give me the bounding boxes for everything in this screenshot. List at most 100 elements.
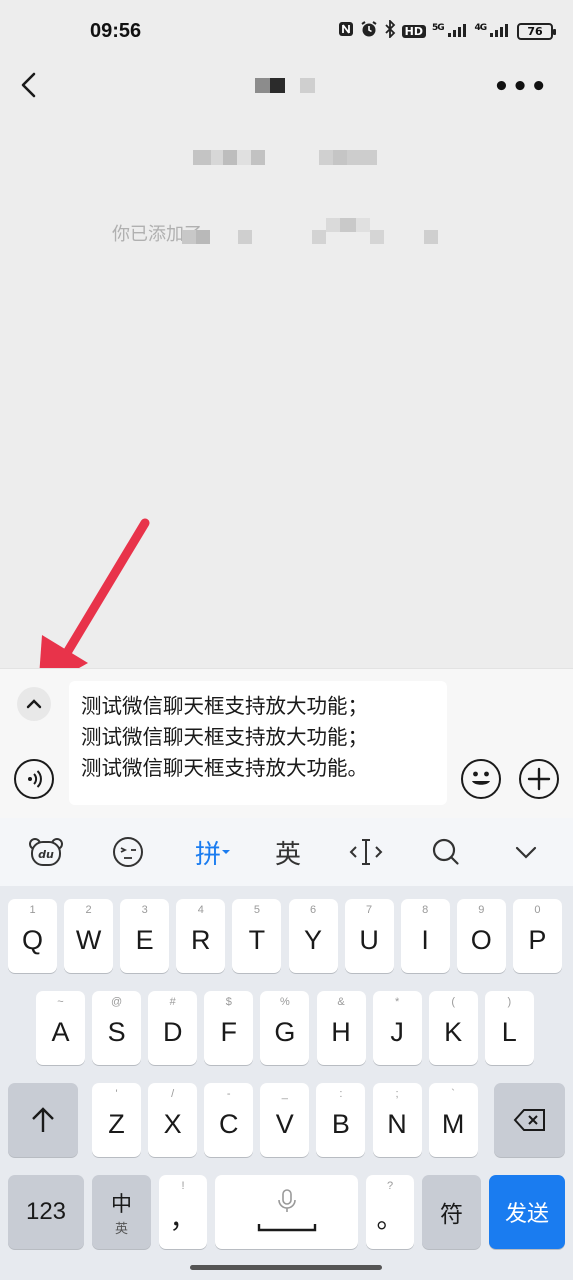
key-hint: *: [394, 996, 400, 1008]
key-s[interactable]: @ S: [92, 991, 142, 1065]
key-l[interactable]: ) L: [484, 991, 534, 1065]
key-p[interactable]: 0P: [512, 899, 562, 973]
key-hint: ): [507, 996, 512, 1008]
arrow-up-icon: [32, 1107, 54, 1132]
keyboard-toolbar: du 拼 英: [0, 818, 573, 886]
key-c[interactable]: -C: [204, 1083, 254, 1157]
key-m[interactable]: ` M: [428, 1083, 478, 1157]
key-n[interactable]: ; N: [372, 1083, 422, 1157]
collapse-keyboard-button[interactable]: [506, 834, 546, 870]
expand-input-button[interactable]: [17, 687, 51, 721]
key-label: B: [331, 1108, 350, 1139]
key-label: I: [421, 924, 429, 955]
key-z[interactable]: ' Z: [92, 1083, 141, 1157]
key-o[interactable]: 9O: [456, 899, 506, 973]
key-label: Y: [303, 924, 322, 955]
key-i[interactable]: 8I: [400, 899, 450, 973]
key-hint: `: [451, 1088, 455, 1100]
key-hint: &: [337, 996, 345, 1008]
cursor-move-button[interactable]: [346, 834, 386, 870]
key-r[interactable]: 4R: [176, 899, 226, 973]
message-composer: 测试微信聊天框支持放大功能； 测试微信聊天框支持放大功能； 测试微信聊天框支持放…: [0, 668, 573, 818]
key-a[interactable]: ~ A: [36, 991, 85, 1065]
message-input[interactable]: 测试微信聊天框支持放大功能； 测试微信聊天框支持放大功能； 测试微信聊天框支持放…: [69, 681, 447, 805]
alarm-icon: [360, 20, 378, 42]
hd-icon: HD: [401, 24, 426, 38]
key-hint: 0: [534, 904, 541, 916]
face-icon: [113, 837, 143, 867]
delete-key[interactable]: [494, 1083, 565, 1157]
message-input-line: 测试微信聊天框支持放大功能；: [81, 694, 368, 718]
system-message-redacted: [182, 218, 438, 244]
emoji-button[interactable]: [461, 759, 501, 799]
key-t[interactable]: 5T: [232, 899, 282, 973]
key-hint: 2: [85, 904, 92, 916]
key-hint: _: [281, 1088, 288, 1100]
key-g[interactable]: % G: [260, 991, 310, 1065]
key-v[interactable]: _ V: [260, 1083, 310, 1157]
key-label: L: [501, 1016, 517, 1047]
key-hint: %: [280, 996, 290, 1008]
english-mode-button[interactable]: 英: [268, 834, 308, 870]
key-q[interactable]: 1Q: [8, 899, 57, 973]
search-button[interactable]: [426, 834, 466, 870]
ime-logo-button[interactable]: du: [26, 834, 66, 870]
emoticon-button[interactable]: [108, 834, 148, 870]
battery-icon: 76: [517, 22, 556, 40]
space-key[interactable]: [215, 1175, 358, 1249]
key-hint: /: [171, 1088, 175, 1100]
key-d[interactable]: # D: [148, 991, 198, 1065]
key-label: W: [75, 924, 102, 955]
key-hint: 1: [29, 904, 36, 916]
pinyin-label: 拼: [194, 839, 221, 870]
pinyin-mode-button[interactable]: 拼: [190, 834, 236, 870]
home-indicator[interactable]: [190, 1265, 382, 1270]
system-message: 你已添加了: [112, 218, 472, 246]
key-k[interactable]: (K: [428, 991, 478, 1065]
zh-label: 中: [111, 1192, 132, 1216]
key-hint: $: [225, 996, 232, 1008]
symbol-key[interactable]: 符: [422, 1175, 481, 1249]
key-label: T: [248, 924, 266, 955]
voice-input-button[interactable]: [14, 759, 54, 799]
key-u[interactable]: 7U: [344, 899, 394, 973]
shift-key[interactable]: [8, 1083, 78, 1157]
chat-header: •••: [0, 62, 573, 110]
status-icons: HD 5G 4G 76: [338, 18, 556, 42]
key-hint: #: [169, 996, 176, 1008]
key-b[interactable]: :B: [316, 1083, 366, 1157]
key-w[interactable]: 2W: [64, 899, 114, 973]
key-label: U: [359, 924, 379, 955]
key-label: A: [51, 1016, 70, 1047]
key-label: O: [470, 924, 492, 955]
key-y[interactable]: 6Y: [288, 899, 338, 973]
comma-key[interactable]: ! ，: [159, 1175, 207, 1249]
chevron-up-icon: [26, 699, 42, 709]
nfc-icon: [338, 21, 354, 41]
key-j[interactable]: * J: [372, 991, 422, 1065]
key-x[interactable]: / X: [148, 1083, 198, 1157]
chinese-english-switch-key[interactable]: 中 英: [92, 1175, 151, 1249]
chat-title-redacted[interactable]: [255, 74, 319, 96]
key-label: Q: [21, 924, 43, 955]
voice-icon: [28, 770, 42, 788]
key-label: C: [218, 1108, 239, 1139]
key-f[interactable]: $ F: [204, 991, 254, 1065]
key-label: G: [274, 1016, 296, 1047]
key-label: P: [528, 924, 547, 955]
more-functions-button[interactable]: [519, 759, 559, 799]
key-label: K: [444, 1016, 463, 1047]
more-options-button[interactable]: •••: [493, 72, 549, 102]
period-key[interactable]: ? 。: [366, 1175, 414, 1249]
key-label: J: [390, 1016, 404, 1047]
plus-icon: [527, 767, 551, 791]
number-mode-key[interactable]: 123: [8, 1175, 84, 1249]
send-button[interactable]: 发送: [489, 1175, 565, 1249]
key-label: D: [162, 1016, 183, 1047]
en-sub-label: 英: [114, 1220, 128, 1236]
key-hint: 4: [197, 904, 204, 916]
key-e[interactable]: 3E: [120, 899, 170, 973]
back-button[interactable]: [14, 68, 44, 102]
bluetooth-icon: [384, 18, 396, 42]
key-h[interactable]: & H: [316, 991, 366, 1065]
